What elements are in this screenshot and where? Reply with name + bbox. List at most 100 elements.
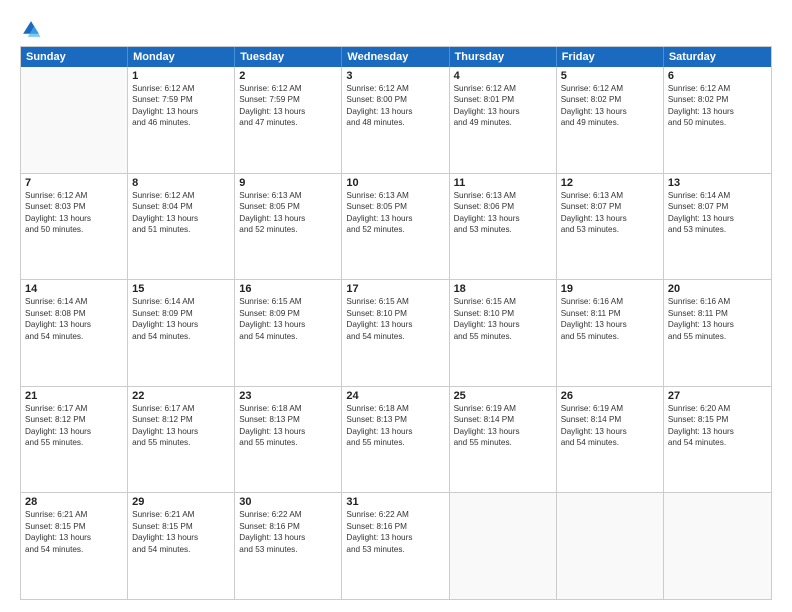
cell-info-line: Daylight: 13 hours [668, 426, 767, 437]
day-number: 15 [132, 283, 230, 295]
calendar-cell: 29Sunrise: 6:21 AMSunset: 8:15 PMDayligh… [128, 493, 235, 599]
calendar-header-row: SundayMondayTuesdayWednesdayThursdayFrid… [21, 47, 771, 67]
cell-info-line: Sunrise: 6:20 AM [668, 403, 767, 414]
header-cell-tuesday: Tuesday [235, 47, 342, 67]
cell-info-line: and 55 minutes. [668, 331, 767, 342]
cell-info-line: Sunset: 8:09 PM [132, 308, 230, 319]
calendar-row-2: 14Sunrise: 6:14 AMSunset: 8:08 PMDayligh… [21, 280, 771, 387]
cell-info-line: Sunset: 8:07 PM [561, 201, 659, 212]
cell-info-line: and 54 minutes. [25, 331, 123, 342]
cell-info-line: Sunset: 8:16 PM [346, 521, 444, 532]
day-number: 9 [239, 177, 337, 189]
cell-info-line: and 55 minutes. [454, 331, 552, 342]
cell-info-line: and 54 minutes. [132, 544, 230, 555]
cell-info-line: and 50 minutes. [25, 224, 123, 235]
calendar-cell: 31Sunrise: 6:22 AMSunset: 8:16 PMDayligh… [342, 493, 449, 599]
cell-info-line: and 54 minutes. [561, 437, 659, 448]
cell-info-line: Sunset: 8:10 PM [454, 308, 552, 319]
header-cell-thursday: Thursday [450, 47, 557, 67]
cell-info-line: Sunset: 7:59 PM [132, 94, 230, 105]
cell-info-line: Sunset: 8:02 PM [668, 94, 767, 105]
cell-info-line: Sunrise: 6:13 AM [561, 190, 659, 201]
cell-info-line: Sunset: 8:13 PM [239, 414, 337, 425]
cell-info-line: Daylight: 13 hours [668, 213, 767, 224]
cell-info-line: Sunrise: 6:14 AM [668, 190, 767, 201]
calendar-cell: 20Sunrise: 6:16 AMSunset: 8:11 PMDayligh… [664, 280, 771, 386]
cell-info-line: and 53 minutes. [454, 224, 552, 235]
cell-info-line: Daylight: 13 hours [668, 319, 767, 330]
cell-info-line: Daylight: 13 hours [454, 106, 552, 117]
day-number: 21 [25, 390, 123, 402]
cell-info-line: Daylight: 13 hours [239, 532, 337, 543]
cell-info-line: Daylight: 13 hours [346, 532, 444, 543]
day-number: 18 [454, 283, 552, 295]
day-number: 24 [346, 390, 444, 402]
cell-info-line: Daylight: 13 hours [239, 106, 337, 117]
calendar-cell: 1Sunrise: 6:12 AMSunset: 7:59 PMDaylight… [128, 67, 235, 173]
cell-info-line: Daylight: 13 hours [346, 319, 444, 330]
calendar-cell: 30Sunrise: 6:22 AMSunset: 8:16 PMDayligh… [235, 493, 342, 599]
cell-info-line: and 52 minutes. [239, 224, 337, 235]
calendar-cell [664, 493, 771, 599]
calendar-cell [557, 493, 664, 599]
calendar-row-3: 21Sunrise: 6:17 AMSunset: 8:12 PMDayligh… [21, 387, 771, 494]
logo [20, 18, 46, 40]
cell-info-line: and 47 minutes. [239, 117, 337, 128]
cell-info-line: Sunrise: 6:19 AM [454, 403, 552, 414]
cell-info-line: Sunrise: 6:21 AM [25, 509, 123, 520]
cell-info-line: Sunrise: 6:16 AM [561, 296, 659, 307]
cell-info-line: Daylight: 13 hours [25, 319, 123, 330]
cell-info-line: and 51 minutes. [132, 224, 230, 235]
calendar-cell: 10Sunrise: 6:13 AMSunset: 8:05 PMDayligh… [342, 174, 449, 280]
cell-info-line: Daylight: 13 hours [346, 213, 444, 224]
logo-icon [20, 18, 42, 40]
day-number: 19 [561, 283, 659, 295]
cell-info-line: Sunset: 8:08 PM [25, 308, 123, 319]
cell-info-line: Sunset: 8:02 PM [561, 94, 659, 105]
cell-info-line: Sunset: 8:04 PM [132, 201, 230, 212]
cell-info-line: and 54 minutes. [346, 331, 444, 342]
cell-info-line: and 49 minutes. [454, 117, 552, 128]
cell-info-line: Sunset: 8:14 PM [561, 414, 659, 425]
header-cell-saturday: Saturday [664, 47, 771, 67]
cell-info-line: Daylight: 13 hours [239, 319, 337, 330]
cell-info-line: Sunrise: 6:13 AM [239, 190, 337, 201]
cell-info-line: Sunrise: 6:17 AM [132, 403, 230, 414]
day-number: 23 [239, 390, 337, 402]
calendar-cell [450, 493, 557, 599]
day-number: 26 [561, 390, 659, 402]
calendar-cell: 22Sunrise: 6:17 AMSunset: 8:12 PMDayligh… [128, 387, 235, 493]
cell-info-line: Sunset: 8:07 PM [668, 201, 767, 212]
cell-info-line: Daylight: 13 hours [561, 426, 659, 437]
day-number: 13 [668, 177, 767, 189]
cell-info-line: Sunrise: 6:12 AM [239, 83, 337, 94]
cell-info-line: Sunset: 8:05 PM [239, 201, 337, 212]
cell-info-line: Sunrise: 6:16 AM [668, 296, 767, 307]
calendar-cell: 25Sunrise: 6:19 AMSunset: 8:14 PMDayligh… [450, 387, 557, 493]
cell-info-line: Sunrise: 6:13 AM [454, 190, 552, 201]
calendar-cell: 27Sunrise: 6:20 AMSunset: 8:15 PMDayligh… [664, 387, 771, 493]
cell-info-line: Daylight: 13 hours [239, 426, 337, 437]
cell-info-line: Daylight: 13 hours [346, 426, 444, 437]
cell-info-line: Sunset: 8:05 PM [346, 201, 444, 212]
day-number: 20 [668, 283, 767, 295]
day-number: 3 [346, 70, 444, 82]
cell-info-line: Daylight: 13 hours [561, 213, 659, 224]
cell-info-line: Sunset: 8:15 PM [25, 521, 123, 532]
header-cell-wednesday: Wednesday [342, 47, 449, 67]
calendar-body: 1Sunrise: 6:12 AMSunset: 7:59 PMDaylight… [21, 67, 771, 599]
day-number: 8 [132, 177, 230, 189]
header [20, 18, 772, 40]
cell-info-line: Daylight: 13 hours [454, 426, 552, 437]
cell-info-line: Daylight: 13 hours [132, 319, 230, 330]
cell-info-line: Sunrise: 6:14 AM [132, 296, 230, 307]
cell-info-line: Sunrise: 6:13 AM [346, 190, 444, 201]
day-number: 14 [25, 283, 123, 295]
cell-info-line: Sunset: 8:15 PM [668, 414, 767, 425]
cell-info-line: Daylight: 13 hours [132, 532, 230, 543]
cell-info-line: Daylight: 13 hours [25, 426, 123, 437]
cell-info-line: Sunset: 8:15 PM [132, 521, 230, 532]
cell-info-line: Sunrise: 6:18 AM [239, 403, 337, 414]
cell-info-line: Daylight: 13 hours [132, 426, 230, 437]
day-number: 17 [346, 283, 444, 295]
